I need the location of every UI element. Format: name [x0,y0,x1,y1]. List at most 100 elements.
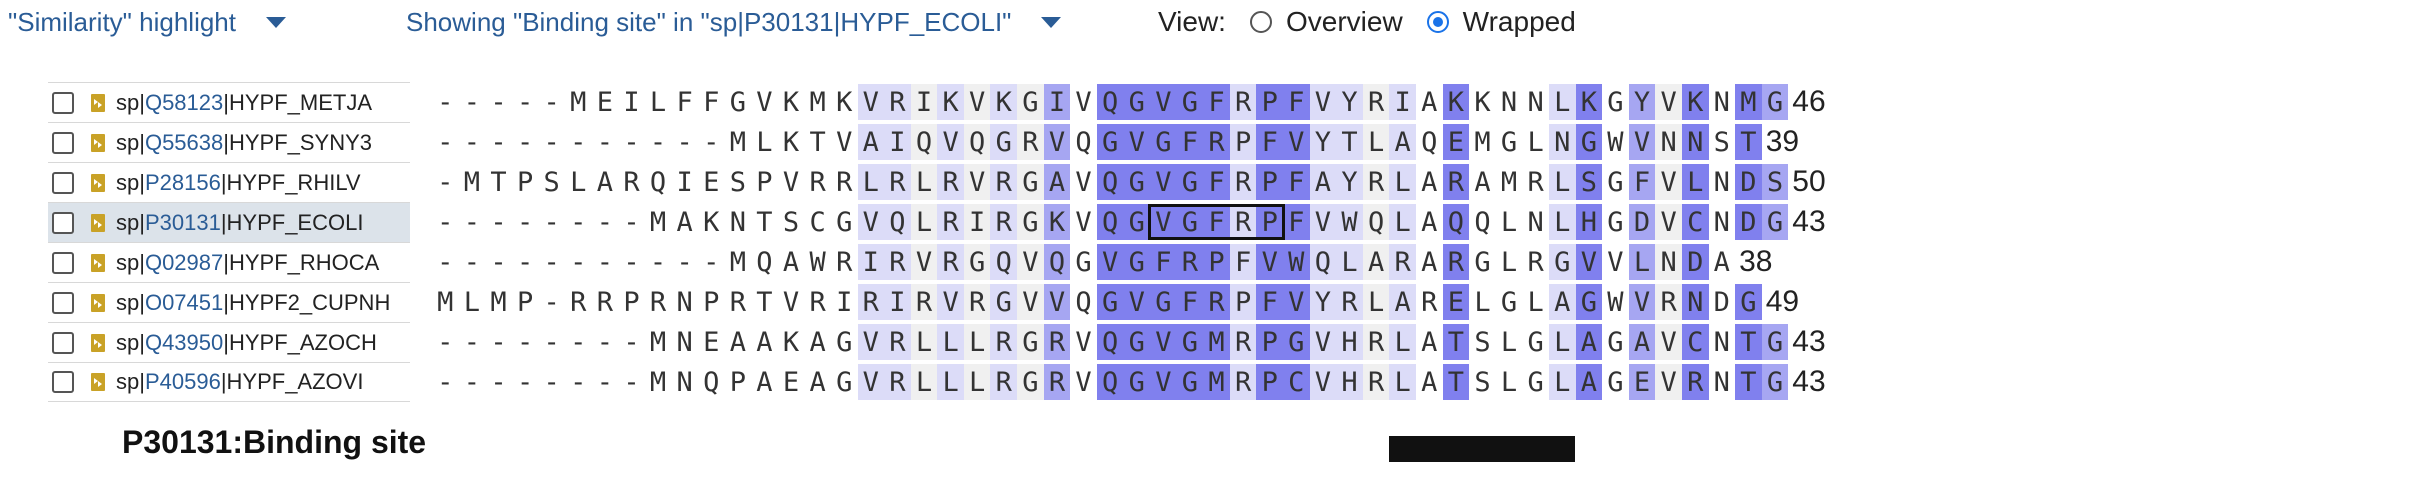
residue-cell[interactable]: R [592,284,619,320]
residue-cell[interactable]: F [1283,84,1310,120]
residue-cell[interactable]: K [778,84,805,120]
residue-cell[interactable]: R [1229,164,1257,200]
residue-cell[interactable]: P [512,284,539,320]
residue-cell[interactable]: S [1709,124,1736,160]
sequence-accession-link[interactable]: O07451 [145,290,223,315]
gap-cell[interactable]: - [538,324,565,360]
residue-cell[interactable]: L [1496,204,1523,240]
residue-cell[interactable]: S [778,204,805,240]
residue-cell[interactable]: E [592,84,619,120]
residue-cell[interactable]: L [910,324,938,360]
residue-cell[interactable]: A [1575,324,1603,360]
residue-cell[interactable]: A [1416,164,1443,200]
residue-cell[interactable]: G [1522,324,1549,360]
residue-cell[interactable]: L [1681,164,1709,200]
residue-cell[interactable]: I [963,204,991,240]
residue-cell[interactable]: E [1628,364,1656,400]
gap-cell[interactable]: - [592,204,619,240]
residue-cell[interactable]: R [990,204,1018,240]
residue-cell[interactable]: G [1496,124,1523,160]
residue-cell[interactable]: G [1548,244,1576,280]
gap-cell[interactable]: - [512,324,539,360]
residue-cell[interactable]: V [1070,204,1097,240]
gap-cell[interactable]: - [432,244,459,280]
residue-cell[interactable]: G [1096,124,1124,160]
residue-cell[interactable]: F [1176,284,1204,320]
residue-cell[interactable]: F [1203,84,1230,120]
residue-cell[interactable]: L [645,84,672,120]
residue-cell[interactable]: G [1176,164,1204,200]
residue-cell[interactable]: G [1017,204,1044,240]
residue-cell[interactable]: K [831,84,858,120]
residue-cell[interactable]: G [1575,284,1603,320]
gap-cell[interactable]: - [592,324,619,360]
residue-cell[interactable]: G [1602,164,1629,200]
residue-cell[interactable]: V [1309,84,1337,120]
gap-cell[interactable]: - [485,124,512,160]
residue-cell[interactable]: I [671,164,698,200]
residue-cell[interactable]: L [857,164,885,200]
residue-cell[interactable]: L [1496,364,1523,400]
residue-cell[interactable]: R [1362,364,1390,400]
residue-cell[interactable]: R [937,244,964,280]
residue-cell[interactable]: S [1575,164,1603,200]
gap-cell[interactable]: - [565,324,592,360]
gap-cell[interactable]: - [618,324,645,360]
residue-cell[interactable]: R [565,284,592,320]
residue-cell[interactable]: R [884,244,911,280]
sequence-accession-link[interactable]: P28156 [145,170,221,195]
sequence-row-label[interactable]: sp|P28156|HYPF_RHILV [48,162,410,202]
residue-cell[interactable]: N [1548,124,1576,160]
residue-cell[interactable]: V [1150,164,1177,200]
residue-cell[interactable]: L [1362,284,1390,320]
residue-cell[interactable]: A [751,364,778,400]
residue-cell[interactable]: S [1761,164,1789,200]
residue-cell[interactable]: P [698,284,725,320]
residue-cell[interactable]: M [725,244,752,280]
residue-cell[interactable]: A [1416,204,1443,240]
feature-dropdown[interactable]: Showing "Binding site" in "sp|P30131|HYP… [406,4,1062,40]
sequence-row-label[interactable]: sp|P40596|HYPF_AZOVI [48,362,410,402]
residue-cell[interactable]: Q [910,124,938,160]
gap-cell[interactable]: - [565,244,592,280]
residue-cell[interactable]: G [831,364,858,400]
residue-cell[interactable]: V [1070,364,1097,400]
residue-cell[interactable]: L [1389,324,1416,360]
residue-cell[interactable]: A [1389,124,1416,160]
residue-cell[interactable]: D [1681,244,1709,280]
residue-cell[interactable]: W [1283,244,1310,280]
residue-cell[interactable]: A [1416,244,1443,280]
residue-cell[interactable]: N [1709,164,1736,200]
residue-cell[interactable]: A [778,244,805,280]
residue-cell[interactable]: F [1256,124,1283,160]
residue-cell[interactable]: I [831,284,858,320]
residue-cell[interactable]: R [1229,84,1257,120]
residue-cell[interactable]: H [1336,324,1363,360]
residue-cell[interactable]: M [1496,164,1523,200]
sequence-accession-link[interactable]: P30131 [145,210,221,235]
residue-cell[interactable]: G [1017,364,1044,400]
residue-cell[interactable]: P [1256,84,1283,120]
residue-cell[interactable]: R [990,164,1018,200]
residue-cell[interactable]: G [1017,164,1044,200]
residue-cell[interactable]: V [857,84,885,120]
gap-cell[interactable]: - [538,284,565,320]
residue-cell[interactable]: F [1203,164,1230,200]
gap-cell[interactable]: - [592,124,619,160]
residue-cell[interactable]: A [725,324,752,360]
residue-cell[interactable]: A [1043,164,1071,200]
residue-cell[interactable]: V [778,164,805,200]
residue-cell[interactable]: G [1761,204,1789,240]
residue-cell[interactable]: L [1548,364,1576,400]
residue-cell[interactable]: P [725,364,752,400]
gap-cell[interactable]: - [485,364,512,400]
residue-cell[interactable]: G [1176,84,1204,120]
residue-cell[interactable]: R [1229,364,1257,400]
sequence-row-label[interactable]: sp|Q58123|HYPF_METJA [48,82,410,122]
gap-cell[interactable]: - [698,124,725,160]
gap-cell[interactable]: - [565,364,592,400]
residue-cell[interactable]: G [725,84,752,120]
gap-cell[interactable]: - [459,204,486,240]
sequence-checkbox[interactable] [52,131,74,154]
residue-cell[interactable]: L [1522,284,1549,320]
